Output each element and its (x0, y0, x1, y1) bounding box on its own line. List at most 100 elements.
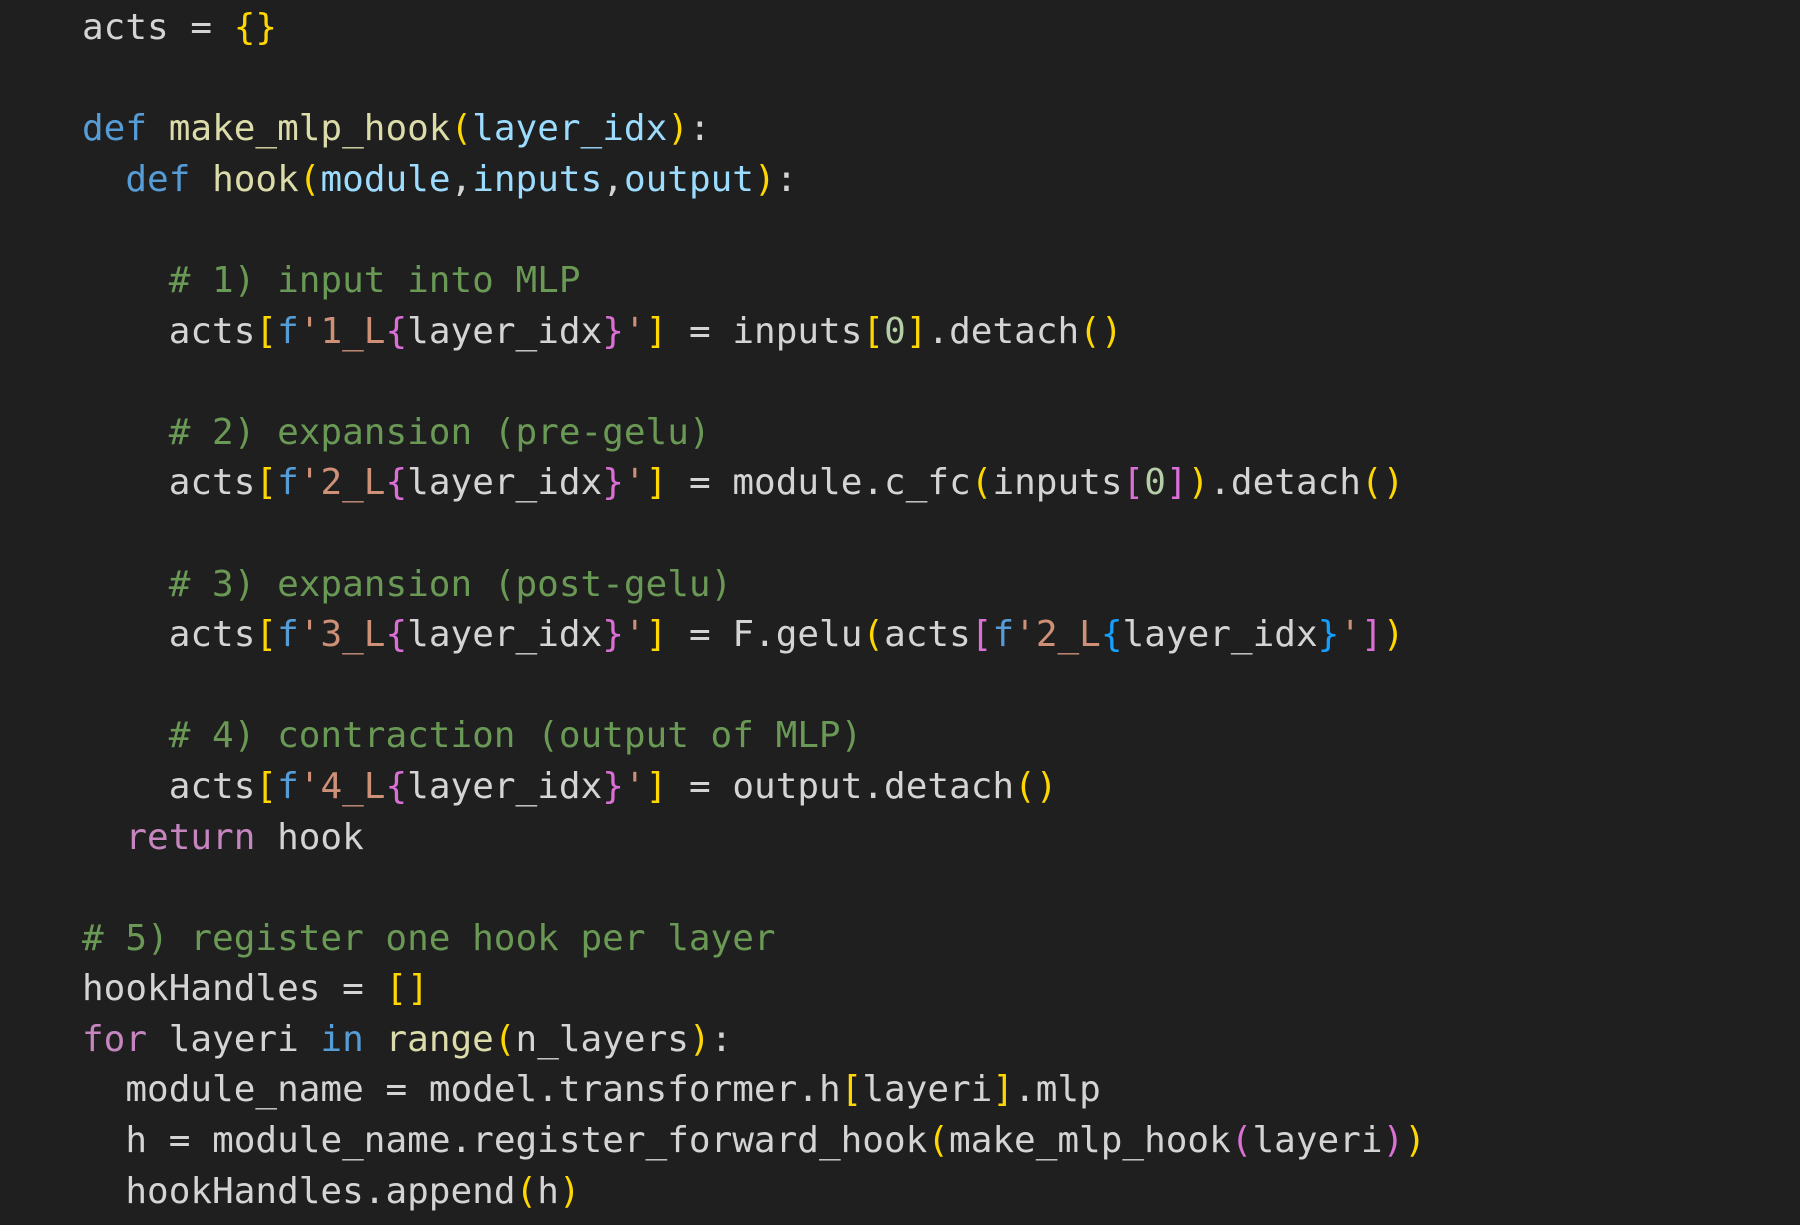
code-token: inputs (992, 462, 1123, 504)
code-token: acts (884, 614, 971, 656)
code-token: h (537, 1170, 559, 1212)
code-token: layer_idx (472, 108, 668, 150)
code-token: [ (1122, 462, 1145, 504)
code-line[interactable]: return hook (0, 813, 1800, 864)
code-token: acts (168, 310, 256, 352)
code-token: = (363, 1069, 429, 1111)
code-token: inputs (472, 158, 603, 200)
code-token: [ (255, 462, 278, 504)
code-token: ( (970, 462, 993, 504)
code-line[interactable]: for layeri in range(n_layers): (0, 1015, 1800, 1066)
code-token: {} (233, 7, 278, 48)
code-token: ( (515, 1170, 538, 1212)
code-token: acts (168, 462, 256, 504)
code-token: acts (168, 614, 256, 656)
code-token: range (385, 1018, 494, 1060)
code-token: f (277, 310, 299, 352)
code-token: = (147, 1120, 213, 1162)
code-line[interactable]: ​ (0, 357, 1800, 408)
code-line[interactable]: def make_mlp_hook(layer_idx): (0, 104, 1800, 155)
code-token: ] (645, 765, 668, 807)
code-token: hookHandles (82, 968, 321, 1010)
code-line[interactable]: acts[f'3_L{layer_idx}'] = F.gelu(acts[f'… (0, 610, 1800, 661)
code-line[interactable]: acts[f'4_L{layer_idx}'] = output.detach(… (0, 762, 1800, 813)
code-token: ] (905, 310, 928, 352)
code-token: = (667, 765, 733, 807)
code-line[interactable]: # 5) register one hook per layer (0, 914, 1800, 965)
code-token: [ (840, 1069, 863, 1111)
code-token: layeri (147, 1018, 321, 1060)
code-token: ] (645, 462, 668, 504)
code-line[interactable]: ​ (0, 54, 1800, 105)
code-token: # 3) expansion (post-gelu) (168, 563, 733, 605)
code-token: [ (970, 614, 993, 656)
code-token: ) (1382, 1120, 1405, 1162)
code-line[interactable]: hookHandles.append(h) (0, 1167, 1800, 1218)
code-line[interactable]: ​ (0, 863, 1800, 914)
code-token: module_name.register_forward_hook (212, 1120, 928, 1162)
code-line[interactable]: acts[f'1_L{layer_idx}'] = inputs[0].deta… (0, 307, 1800, 358)
code-line[interactable]: ​ (0, 509, 1800, 560)
code-token: ] (1361, 614, 1383, 656)
code-line[interactable]: def hook(module,inputs,output): (0, 155, 1800, 206)
code-line[interactable]: module_name = model.transformer.h[layeri… (0, 1065, 1800, 1116)
code-token: } (1317, 614, 1340, 656)
code-token: ] (992, 1069, 1015, 1111)
code-line[interactable]: acts = {} (0, 3, 1800, 54)
code-line[interactable]: # 3) expansion (post-gelu) (0, 560, 1800, 611)
code-token: acts (168, 765, 256, 807)
code-token: layer_idx (407, 462, 603, 504)
code-line[interactable]: ​ (0, 661, 1800, 712)
code-token: '3_L (298, 614, 386, 656)
code-token: () (1014, 765, 1058, 807)
code-token: model.transformer.h (428, 1069, 841, 1111)
code-token: h (125, 1120, 148, 1162)
code-token: ( (493, 1018, 516, 1060)
code-token: : (710, 1018, 733, 1060)
code-line[interactable]: # 1) input into MLP (0, 256, 1800, 307)
code-token: [ (255, 765, 278, 807)
code-token: make_mlp_hook (168, 108, 451, 150)
code-token: '2_L (1014, 614, 1101, 656)
code-token: inputs (732, 310, 863, 352)
code-token: } (602, 765, 624, 807)
code-line[interactable]: # 4) contraction (output of MLP) (0, 711, 1800, 762)
code-token: module (320, 158, 451, 200)
code-token: ) (667, 108, 689, 150)
code-token: ] (645, 310, 668, 352)
code-token: () (1079, 310, 1123, 352)
code-token: ( (927, 1120, 950, 1162)
code-token: '2_L (298, 462, 386, 504)
code-token: ' (623, 462, 646, 504)
code-editor[interactable]: acts = {}​def make_mlp_hook(layer_idx): … (0, 0, 1800, 1225)
code-token: module_name (125, 1069, 364, 1111)
code-token: ( (1230, 1120, 1253, 1162)
code-token: in (320, 1018, 364, 1060)
code-token: : (775, 158, 798, 200)
code-token: layeri (1252, 1120, 1383, 1162)
code-token: for (82, 1018, 148, 1060)
code-line[interactable]: acts[f'2_L{layer_idx}'] = module.c_fc(in… (0, 458, 1800, 509)
code-token: hookHandles.append (125, 1170, 516, 1212)
code-token: # 1) input into MLP (168, 259, 581, 301)
code-token: f (277, 614, 299, 656)
code-token: f (277, 765, 299, 807)
code-line[interactable]: hookHandles = [] (0, 964, 1800, 1015)
code-line[interactable]: # 2) expansion (pre-gelu) (0, 408, 1800, 459)
code-token: return (125, 816, 256, 858)
code-token: = (168, 7, 234, 48)
code-token: ' (623, 310, 646, 352)
code-token: acts (82, 7, 169, 48)
code-line[interactable]: h = module_name.register_forward_hook(ma… (0, 1116, 1800, 1167)
code-token: = (667, 310, 733, 352)
code-line[interactable]: ​ (0, 205, 1800, 256)
code-token: () (1360, 462, 1405, 504)
code-token: f (992, 614, 1015, 656)
